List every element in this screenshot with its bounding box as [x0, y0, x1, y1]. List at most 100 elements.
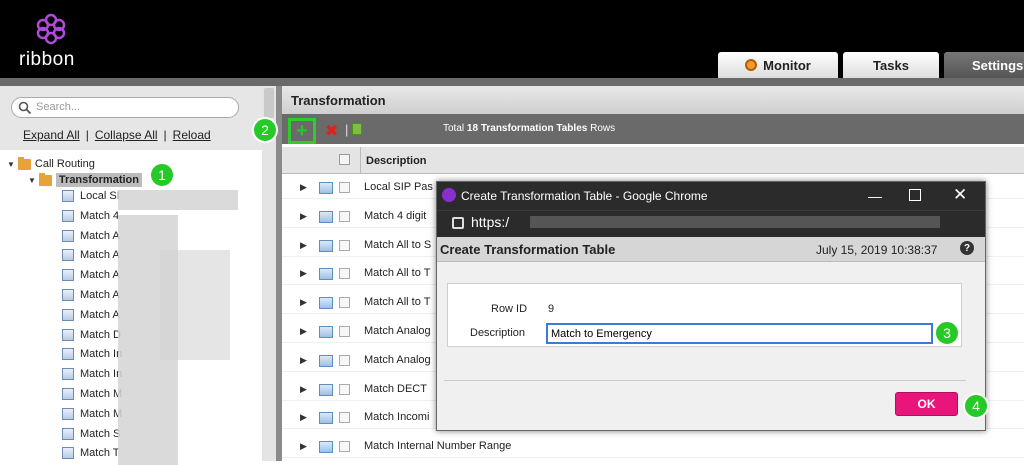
tree-item[interactable]: Match M [62, 385, 122, 403]
tree-item-label: Local SI [80, 190, 120, 202]
row-checkbox[interactable] [339, 268, 350, 280]
edit-row-icon[interactable] [319, 326, 333, 338]
table-icon [62, 388, 74, 400]
tree-item-label: Match A [80, 269, 120, 282]
expand-triangle-icon[interactable]: ▼ [7, 160, 15, 169]
dialog-timestamp: July 15, 2019 10:38:37 [816, 243, 938, 257]
row-checkbox[interactable] [339, 412, 350, 424]
expand-all-link[interactable]: Expand All [23, 128, 80, 142]
row-description: Match All to T [364, 296, 431, 309]
expand-row-icon[interactable]: ▶ [300, 355, 307, 366]
step-badge-3: 3 [934, 320, 960, 346]
tree-item[interactable]: Match A [62, 286, 120, 304]
tree-item[interactable]: Match 4 [62, 207, 119, 225]
expand-triangle-icon[interactable]: ▼ [28, 176, 36, 185]
row-checkbox[interactable] [339, 297, 350, 309]
tab-settings-label: Settings [972, 57, 1024, 73]
tree-item-label: Match A [80, 229, 120, 242]
column-header-description[interactable]: Description [360, 147, 427, 174]
dialog-url[interactable]: https:/ [471, 214, 509, 230]
tree-item[interactable]: Match In [62, 345, 122, 363]
row-checkbox[interactable] [339, 210, 350, 222]
expand-row-icon[interactable]: ▶ [300, 412, 307, 423]
add-button[interactable]: + [288, 118, 316, 144]
edit-row-icon[interactable] [319, 210, 333, 223]
edit-row-icon[interactable] [319, 239, 333, 252]
expand-row-icon[interactable]: ▶ [300, 240, 307, 251]
tree-item[interactable]: Match A [62, 306, 120, 324]
tree-item[interactable]: Match A [62, 227, 120, 245]
total-suffix: Transformation Tables [480, 123, 588, 134]
redaction [530, 216, 940, 228]
edit-row-icon[interactable] [319, 182, 333, 194]
expand-row-icon[interactable]: ▶ [300, 182, 307, 193]
tree-item[interactable]: Match In [62, 365, 122, 383]
edit-row-icon[interactable] [319, 297, 333, 310]
description-label: Description [470, 327, 526, 339]
row-checkbox[interactable] [339, 383, 350, 395]
table-icon [62, 209, 74, 222]
copy-icon[interactable] [352, 123, 362, 135]
redaction [118, 190, 238, 210]
tree-item[interactable]: Match A [62, 266, 120, 284]
minimize-button[interactable]: — [868, 188, 882, 204]
edit-row-icon[interactable] [319, 441, 333, 454]
table-icon [62, 249, 74, 262]
tree-item[interactable]: Local SI [62, 187, 120, 205]
maximize-button[interactable] [909, 189, 921, 201]
close-button[interactable]: ✕ [953, 185, 967, 205]
expand-row-icon[interactable]: ▶ [300, 326, 307, 337]
tree-item[interactable]: Match M [62, 405, 122, 423]
ok-button[interactable]: OK [895, 392, 958, 416]
delete-icon[interactable]: ✖ [325, 121, 338, 141]
tree-item[interactable]: Match A [62, 246, 120, 264]
plus-icon: + [296, 119, 308, 142]
edit-row-icon[interactable] [319, 268, 333, 281]
row-checkbox[interactable] [339, 326, 350, 337]
expand-row-icon[interactable]: ▶ [300, 384, 307, 395]
expand-row-icon[interactable]: ▶ [300, 441, 307, 452]
table-row[interactable]: ▶ Match Internal Number Range [282, 437, 1024, 459]
expand-row-icon[interactable]: ▶ [300, 268, 307, 279]
step-badge-1: 1 [149, 162, 175, 188]
expand-row-icon[interactable]: ▶ [300, 297, 307, 308]
tree-item-label: Match M [80, 407, 123, 420]
select-all-checkbox[interactable] [339, 154, 350, 165]
search-icon [18, 101, 32, 115]
collapse-all-link[interactable]: Collapse All [95, 128, 158, 142]
edit-row-icon[interactable] [319, 383, 333, 396]
table-icon [62, 289, 74, 301]
tree-item-label: Match A [80, 249, 120, 262]
toolbar-separator: | [345, 122, 349, 137]
ribbon-logo-icon [36, 13, 66, 45]
step-badge-4: 4 [963, 393, 989, 419]
monitor-icon [745, 59, 758, 71]
tab-monitor[interactable]: Monitor [718, 52, 838, 78]
tree-item[interactable]: Match S [62, 425, 120, 443]
row-description: Local SIP Pas [364, 181, 433, 193]
dialog-window-title: Create Transformation Table - Google Chr… [461, 189, 708, 203]
tab-settings[interactable]: Settings [944, 52, 1024, 78]
row-description: Match Analog [364, 325, 431, 337]
row-checkbox[interactable] [339, 354, 350, 366]
reload-link[interactable]: Reload [173, 128, 211, 142]
edit-row-icon[interactable] [319, 412, 333, 425]
help-icon[interactable]: ? [960, 241, 974, 255]
total-rows-text: Total 18 Transformation Tables Rows [443, 123, 615, 134]
tree-item[interactable]: Match D [62, 326, 121, 344]
tree-item-label: Match 4 [80, 209, 120, 222]
row-description: Match All to T [364, 267, 431, 280]
edit-row-icon[interactable] [319, 354, 333, 367]
row-checkbox[interactable] [339, 441, 350, 453]
description-input[interactable] [546, 323, 933, 344]
row-checkbox[interactable] [339, 239, 350, 251]
tree-item[interactable]: Match T [62, 444, 120, 462]
rows-word: Rows [590, 123, 616, 134]
row-description: Match DECT [364, 382, 427, 395]
expand-row-icon[interactable]: ▶ [300, 211, 307, 222]
row-checkbox[interactable] [339, 182, 350, 193]
sidebar-scroll-thumb[interactable] [264, 88, 274, 118]
tab-tasks[interactable]: Tasks [843, 52, 939, 78]
table-icon [62, 427, 74, 440]
table-icon [62, 229, 74, 242]
